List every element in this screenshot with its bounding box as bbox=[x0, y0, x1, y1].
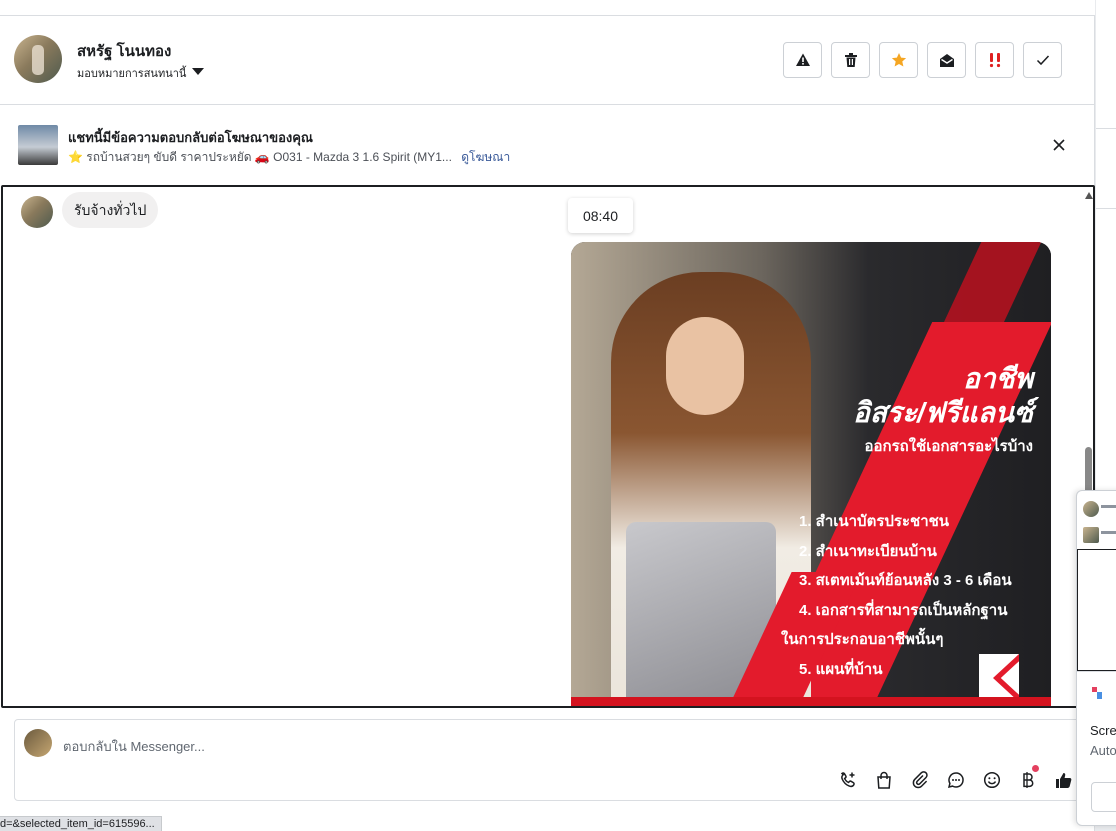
popup-title: Scre bbox=[1090, 723, 1116, 738]
like-button[interactable] bbox=[1051, 767, 1076, 792]
brand-logo bbox=[979, 654, 1019, 702]
mini-ad-thumb bbox=[1083, 527, 1099, 543]
ad-list-item: 4. เอกสารที่สามารถเป็นหลักฐาน bbox=[799, 601, 1008, 619]
scroll-up-arrow-icon[interactable] bbox=[1085, 192, 1093, 199]
ad-list-item: 3. สเตทเม้นท์ย้อนหลัง 3 - 6 เดือน bbox=[799, 572, 1012, 589]
ad-thumbnail bbox=[18, 125, 58, 165]
caret-down-icon bbox=[192, 67, 205, 75]
assign-conversation-dropdown[interactable]: มอบหมายการสนทนานี้ bbox=[77, 64, 205, 82]
divider bbox=[1096, 208, 1116, 209]
warning-icon bbox=[795, 53, 810, 66]
envelope-open-icon bbox=[939, 53, 954, 67]
ad-reply-banner: แชทนี้มีข้อความตอบกลับต่อโฆษณาของคุณ ⭐ ร… bbox=[0, 105, 1095, 185]
saved-replies-button[interactable] bbox=[943, 767, 968, 792]
close-banner-button[interactable] bbox=[1047, 133, 1071, 157]
contact-name[interactable]: สหรัฐ โนนทอง bbox=[77, 39, 171, 63]
shopping-bag-icon bbox=[876, 771, 891, 789]
star-icon bbox=[891, 53, 906, 67]
exclamation-icon bbox=[989, 53, 1000, 68]
delete-button[interactable] bbox=[831, 42, 870, 78]
sender-avatar bbox=[21, 196, 53, 228]
ad-headline-1: อาชีพ bbox=[963, 363, 1033, 394]
popup-subtitle: Auto bbox=[1090, 743, 1116, 758]
inbox-panel: สหรัฐ โนนทอง มอบหมายการสนทนานี้ แชทนี้มี… bbox=[0, 0, 1095, 831]
composer-toolbar bbox=[835, 765, 1076, 792]
view-ad-link[interactable]: ดูโฆษณา bbox=[461, 150, 510, 164]
mini-text-line bbox=[1101, 505, 1116, 508]
ad-headline-2: อิสระ/ฟรีแลนซ์ bbox=[853, 397, 1033, 428]
star-button[interactable] bbox=[879, 42, 918, 78]
ad-image-attachment[interactable]: อาชีพ อิสระ/ฟรีแลนซ์ ออกรถใช้เอกสารอะไรบ… bbox=[571, 242, 1051, 706]
mini-text-line bbox=[1101, 531, 1116, 534]
ad-person-face bbox=[666, 317, 744, 415]
adjacent-panel-edge bbox=[1096, 0, 1116, 490]
conversation-actions bbox=[783, 42, 1062, 78]
mark-done-button[interactable] bbox=[1023, 42, 1062, 78]
divider bbox=[1077, 671, 1116, 672]
payment-button[interactable] bbox=[1015, 765, 1040, 792]
message-bubble[interactable]: รับจ้างทั่วไป bbox=[62, 192, 159, 228]
ad-footer-strip bbox=[571, 697, 1051, 706]
divider bbox=[1096, 128, 1116, 129]
smiley-icon bbox=[983, 771, 1000, 788]
ad-list-item: 1. สำเนาบัตรประชาชน bbox=[799, 513, 950, 530]
report-spam-button[interactable] bbox=[783, 42, 822, 78]
mark-unread-button[interactable] bbox=[927, 42, 966, 78]
ad-document-list: 1. สำเนาบัตรประชาชน 2. สำเนาทะเบียนบ้าน … bbox=[781, 507, 1012, 684]
mini-chat-preview bbox=[1077, 549, 1116, 671]
browser-status-bar: d=&selected_item_id=615596... bbox=[0, 816, 162, 831]
top-divider bbox=[0, 0, 1095, 16]
call-button[interactable] bbox=[835, 767, 860, 792]
chat-bubble-icon bbox=[947, 771, 964, 788]
emoji-button[interactable] bbox=[979, 767, 1004, 792]
reply-input[interactable]: ตอบกลับใน Messenger... bbox=[63, 736, 205, 757]
thumbs-up-icon bbox=[1055, 772, 1071, 788]
attach-button[interactable] bbox=[907, 767, 932, 792]
baht-icon bbox=[1022, 771, 1033, 788]
paperclip-icon bbox=[912, 770, 928, 788]
mini-avatar bbox=[1083, 501, 1099, 517]
ad-name: ⭐ รถบ้านสวยๆ ขับดี ราคาประหยัด 🚗 O031 - … bbox=[68, 150, 452, 164]
message-timestamp: 08:40 bbox=[568, 198, 633, 233]
close-icon bbox=[1053, 139, 1065, 151]
contact-avatar[interactable] bbox=[14, 35, 62, 83]
ad-headline-group: อาชีพ อิสระ/ฟรีแลนซ์ ออกรถใช้เอกสารอะไรบ… bbox=[853, 362, 1033, 458]
shop-button[interactable] bbox=[871, 767, 896, 792]
ad-list-item: 2. สำเนาทะเบียนบ้าน bbox=[799, 542, 937, 560]
screen-share-popup[interactable]: Scre Auto bbox=[1076, 490, 1116, 826]
message-composer: ตอบกลับใน Messenger... bbox=[14, 719, 1094, 801]
popup-button[interactable] bbox=[1091, 782, 1116, 812]
conversation-header: สหรัฐ โนนทอง มอบหมายการสนทนานี้ bbox=[0, 16, 1095, 105]
ad-subheadline: ออกรถใช้เอกสารอะไรบ้าง bbox=[864, 438, 1033, 455]
follow-up-button[interactable] bbox=[975, 42, 1014, 78]
trash-icon bbox=[844, 53, 857, 67]
message-thread[interactable]: รับจ้างทั่วไป 08:40 อาชีพ อิสระ/ฟรีแลนซ์… bbox=[1, 185, 1095, 708]
ad-list-item: ในการประกอบอาชีพนั้นๆ bbox=[781, 631, 944, 648]
ad-list-item: 5. แผนที่บ้าน bbox=[799, 660, 883, 678]
banner-subtitle: ⭐ รถบ้านสวยๆ ขับดี ราคาประหยัด 🚗 O031 - … bbox=[68, 148, 510, 167]
assign-label: มอบหมายการสนทนานี้ bbox=[77, 68, 187, 80]
notification-dot bbox=[1032, 765, 1039, 772]
check-icon bbox=[1036, 55, 1049, 66]
page-avatar bbox=[24, 729, 52, 757]
app-icon bbox=[1092, 687, 1102, 699]
banner-title: แชทนี้มีข้อความตอบกลับต่อโฆษณาของคุณ bbox=[68, 130, 313, 145]
phone-plus-icon bbox=[840, 771, 855, 787]
